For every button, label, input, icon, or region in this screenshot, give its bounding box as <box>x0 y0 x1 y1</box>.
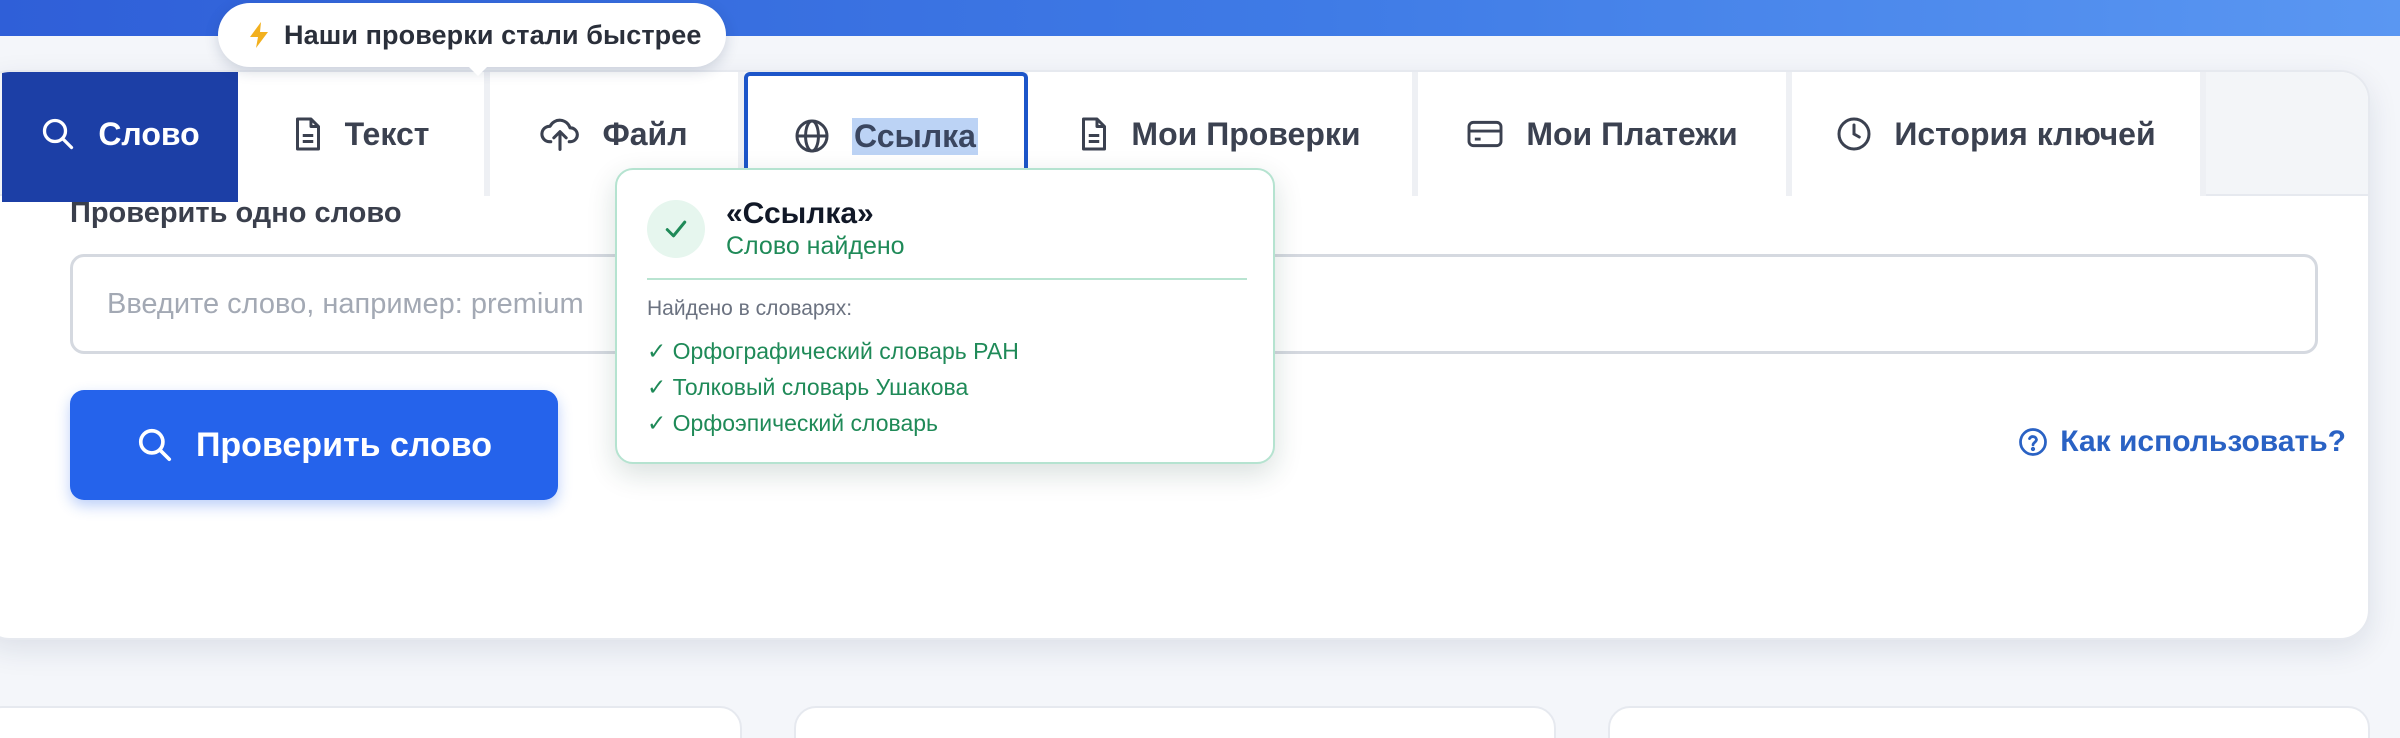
tab-key-history-label: История ключей <box>1894 115 2156 152</box>
globe-icon <box>794 118 830 154</box>
found-in-dictionaries-label: Найдено в словарях: <box>647 297 853 320</box>
list-item: ✓ Орфоэпический словарь <box>647 409 939 436</box>
clock-icon <box>1836 116 1872 152</box>
document-icon <box>1079 116 1109 152</box>
tab-word-label: Слово <box>98 115 200 152</box>
tab-my-payments[interactable]: Мои Платежи <box>1418 72 1792 196</box>
tab-key-history[interactable]: История ключей <box>1792 72 2206 196</box>
tab-text-label: Текст <box>344 115 430 152</box>
check-icon <box>647 200 705 258</box>
dictionary-list: ✓ Орфографический словарь РАН ✓ Толковый… <box>647 333 1019 441</box>
lightning-icon <box>248 21 270 49</box>
tab-word[interactable]: Слово <box>2 72 238 202</box>
list-item: ✓ Орфографический словарь РАН <box>647 337 1019 364</box>
popover-title: «Ссылка» <box>726 197 874 230</box>
bottom-card <box>0 706 742 738</box>
search-icon <box>40 116 76 152</box>
bottom-card <box>1608 706 2370 738</box>
field-label: Проверить одно слово <box>70 197 402 229</box>
check-word-button[interactable]: Проверить слово <box>70 390 558 500</box>
tab-my-payments-label: Мои Платежи <box>1526 115 1738 152</box>
bottom-card <box>794 706 1556 738</box>
popover-divider <box>647 278 1247 280</box>
upload-cloud-icon <box>540 115 580 153</box>
tab-link-label: Ссылка <box>852 117 978 155</box>
document-icon <box>293 116 323 152</box>
tab-my-checks-label: Мои Проверки <box>1131 115 1361 152</box>
promo-text: Наши проверки стали быстрее <box>284 19 702 50</box>
popover-status: Слово найдено <box>726 232 905 260</box>
list-item: ✓ Толковый словарь Ушакова <box>647 373 969 400</box>
search-icon <box>136 426 174 464</box>
tab-file-label: Файл <box>602 115 688 152</box>
tab-text[interactable]: Текст <box>238 72 490 196</box>
how-to-use-label: Как использовать? <box>2060 425 2346 458</box>
promo-badge: Наши проверки стали быстрее <box>218 3 726 76</box>
check-word-button-label: Проверить слово <box>195 425 493 464</box>
word-found-popover: «Ссылка» Слово найдено Найдено в словаря… <box>615 168 1275 464</box>
how-to-use-link[interactable]: Как использовать? <box>2018 425 2346 459</box>
credit-card-icon <box>1466 118 1504 150</box>
help-circle-icon <box>2018 427 2048 457</box>
